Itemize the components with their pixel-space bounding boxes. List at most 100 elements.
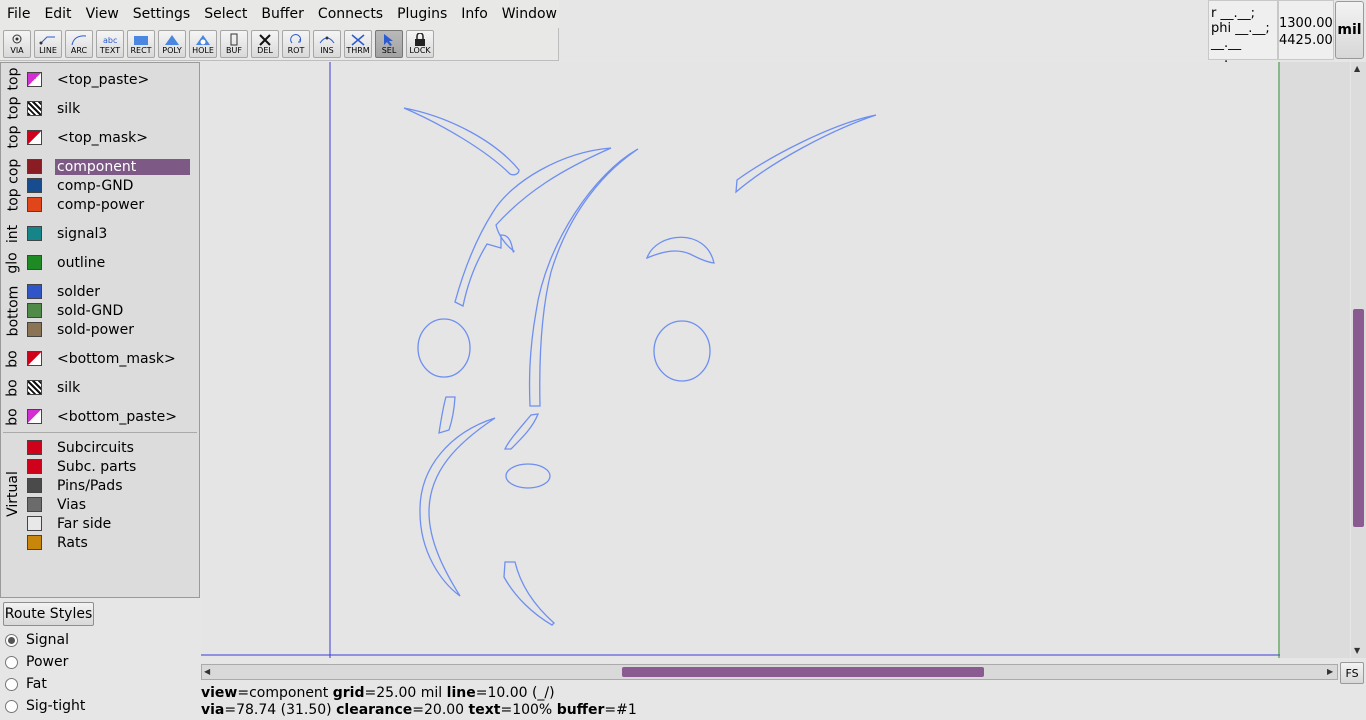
layer-row[interactable]: <top_mask>	[27, 128, 193, 147]
layer-row[interactable]: Subcircuits	[27, 438, 193, 457]
layer-color-swatch[interactable]	[27, 322, 42, 337]
route-style-fat[interactable]: Fat	[5, 673, 47, 695]
layer-label[interactable]: silk	[55, 101, 82, 117]
layer-label[interactable]: Vias	[55, 497, 88, 513]
horizontal-scrollbar[interactable]: ◀ ▶	[201, 664, 1338, 680]
unit-toggle-button[interactable]: mil	[1335, 1, 1364, 59]
tool-hole-button[interactable]: HOLE	[189, 30, 217, 58]
tool-rect-button[interactable]: RECT	[127, 30, 155, 58]
layer-color-swatch[interactable]	[27, 497, 42, 512]
layer-row[interactable]: silk	[27, 378, 193, 397]
layer-color-swatch[interactable]	[27, 159, 42, 174]
tool-poly-button[interactable]: POLY	[158, 30, 186, 58]
layer-label[interactable]: Subcircuits	[55, 440, 136, 456]
layer-color-swatch[interactable]	[27, 351, 42, 366]
layer-group-tab[interactable]: bottom	[4, 278, 22, 343]
board-drawing[interactable]	[201, 62, 1280, 658]
layer-label[interactable]: component	[55, 158, 190, 175]
layer-label[interactable]: Subc. parts	[55, 459, 138, 475]
layer-label[interactable]: <bottom_paste>	[55, 409, 179, 425]
layer-color-swatch[interactable]	[27, 440, 42, 455]
layer-color-swatch[interactable]	[27, 535, 42, 550]
layer-row[interactable]: component	[27, 157, 193, 176]
layer-row[interactable]: comp-GND	[27, 176, 193, 195]
route-style-signal[interactable]: Signal	[5, 629, 69, 651]
layer-row[interactable]: Far side	[27, 514, 193, 533]
layer-color-swatch[interactable]	[27, 130, 42, 145]
layer-label[interactable]: Rats	[55, 535, 90, 551]
scroll-up-icon[interactable]: ▲	[1354, 64, 1360, 73]
layer-row[interactable]: signal3	[27, 224, 193, 243]
layer-color-swatch[interactable]	[27, 303, 42, 318]
scroll-left-icon[interactable]: ◀	[204, 667, 210, 676]
layer-color-swatch[interactable]	[27, 72, 42, 87]
tool-arc-button[interactable]: ARC	[65, 30, 93, 58]
layer-label[interactable]: comp-power	[55, 197, 146, 213]
layer-row[interactable]: silk	[27, 99, 193, 118]
layer-color-swatch[interactable]	[27, 197, 42, 212]
layer-label[interactable]: <top_mask>	[55, 130, 150, 146]
layer-label[interactable]: signal3	[55, 226, 109, 242]
tool-buf-button[interactable]: BUF	[220, 30, 248, 58]
layer-color-swatch[interactable]	[27, 409, 42, 424]
layer-color-swatch[interactable]	[27, 284, 42, 299]
layer-group-tab[interactable]: top	[4, 123, 22, 150]
menu-info[interactable]: Info	[454, 0, 495, 28]
menu-select[interactable]: Select	[197, 0, 254, 28]
menu-window[interactable]: Window	[495, 0, 564, 28]
layer-row[interactable]: sold-GND	[27, 301, 193, 320]
layer-label[interactable]: Far side	[55, 516, 113, 532]
tool-via-button[interactable]: VIA	[3, 30, 31, 58]
layer-color-swatch[interactable]	[27, 178, 42, 193]
radio-button[interactable]	[5, 655, 18, 669]
layer-group-tab-virtual[interactable]: Virtual	[4, 436, 22, 552]
layer-label[interactable]: sold-GND	[55, 303, 125, 319]
layer-color-swatch[interactable]	[27, 255, 42, 270]
layer-row[interactable]: Vias	[27, 495, 193, 514]
layer-color-swatch[interactable]	[27, 380, 42, 395]
layer-group-tab[interactable]: glo	[4, 249, 22, 276]
tool-del-button[interactable]: DEL	[251, 30, 279, 58]
tool-rot-button[interactable]: ROT	[282, 30, 310, 58]
layer-group-tab[interactable]: bo	[4, 403, 22, 430]
layer-label[interactable]: solder	[55, 284, 102, 300]
tool-sel-button[interactable]: SEL	[375, 30, 403, 58]
layer-label[interactable]: comp-GND	[55, 178, 135, 194]
layer-row[interactable]: sold-power	[27, 320, 193, 339]
layer-row[interactable]: comp-power	[27, 195, 193, 214]
radio-button[interactable]	[5, 677, 18, 691]
vertical-scrollbar[interactable]: ▲ ▼	[1351, 62, 1366, 658]
horizontal-scroll-thumb[interactable]	[622, 667, 984, 677]
menu-edit[interactable]: Edit	[37, 0, 78, 28]
layer-row[interactable]: <bottom_paste>	[27, 407, 193, 426]
tool-thrm-button[interactable]: THRM	[344, 30, 372, 58]
layer-color-swatch[interactable]	[27, 478, 42, 493]
layer-label[interactable]: <bottom_mask>	[55, 351, 178, 367]
menu-connects[interactable]: Connects	[311, 0, 390, 28]
vertical-scroll-thumb[interactable]	[1353, 309, 1364, 527]
layer-row[interactable]: Pins/Pads	[27, 476, 193, 495]
scroll-right-icon[interactable]: ▶	[1327, 667, 1333, 676]
route-style-power[interactable]: Power	[5, 651, 68, 673]
layer-group-tab[interactable]: top cop	[4, 152, 22, 217]
route-styles-button[interactable]: Route Styles	[3, 602, 94, 626]
layer-color-swatch[interactable]	[27, 516, 42, 531]
layer-label[interactable]: sold-power	[55, 322, 136, 338]
layer-row[interactable]: <top_paste>	[27, 70, 193, 89]
layer-color-swatch[interactable]	[27, 101, 42, 116]
scroll-down-icon[interactable]: ▼	[1354, 646, 1360, 655]
layer-group-tab[interactable]: int	[4, 220, 22, 247]
tool-line-button[interactable]: LINE	[34, 30, 62, 58]
menu-file[interactable]: File	[0, 0, 37, 28]
layer-color-swatch[interactable]	[27, 226, 42, 241]
layer-row[interactable]: <bottom_mask>	[27, 349, 193, 368]
tool-ins-button[interactable]: INS	[313, 30, 341, 58]
layer-label[interactable]: silk	[55, 380, 82, 396]
tool-text-button[interactable]: abc TEXT	[96, 30, 124, 58]
drawing-canvas[interactable]	[201, 62, 1280, 658]
layer-group-tab[interactable]: bo	[4, 345, 22, 372]
layer-group-tab[interactable]: top	[4, 94, 22, 121]
route-style-sig-tight[interactable]: Sig-tight	[5, 695, 85, 717]
layer-group-tab[interactable]: top	[4, 65, 22, 92]
radio-button[interactable]	[5, 633, 18, 647]
